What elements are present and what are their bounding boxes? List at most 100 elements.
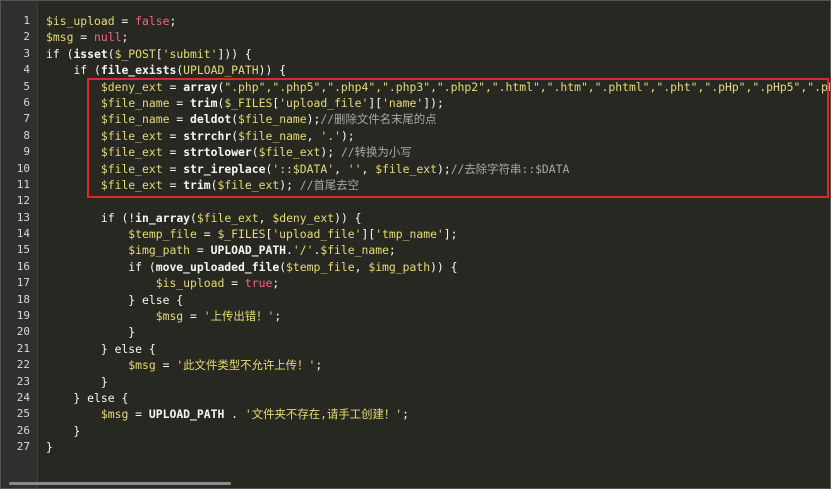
code-line: 23 } [1,374,830,390]
code-token: } [46,325,136,340]
line-number: 6 [23,95,30,109]
code-text: $msg = UPLOAD_PATH . '文件夹不存在,请手工创建！'; [46,406,409,422]
line-number: 26 [16,423,30,437]
code-text: } [46,423,80,439]
code-token: { [169,292,184,307]
line-number: 21 [16,341,30,355]
code-line: 3 if (isset($_POST['submit'])) { [1,46,830,62]
code-token: , [354,259,369,274]
code-token: '此文件类型不允许上传！' [176,358,316,373]
line-number: 11 [16,177,30,191]
line-number: 14 [16,227,30,241]
code-token: ( [59,46,74,61]
line-number: 15 [16,243,30,257]
code-text: } [46,439,53,455]
code-token: if [73,63,88,78]
code-line: 4 if (file_exists(UPLOAD_PATH)) { [1,62,830,78]
code-token: move_uploaded_file [155,259,280,274]
code-token: } [46,423,81,438]
code-line: 13 if (!in_array($file_ext, $deny_ext)) … [1,210,830,226]
code-token: ( [107,46,115,61]
code-line: 25 $msg = UPLOAD_PATH . '文件夹不存在,请手工创建！'; [1,406,830,422]
code-line: 26 } [1,423,830,439]
code-token: $msg [128,358,156,373]
code-token: = [183,309,204,324]
code-line: 19 $msg = '上传出错！'; [1,308,830,324]
line-number: 9 [23,145,30,159]
line-number: 18 [16,292,30,306]
code-text: } else { [46,341,156,357]
code-token: } [46,341,115,356]
line-number: 24 [16,390,30,404]
line-number: 23 [16,374,30,388]
code-token: . [224,407,245,422]
code-text: if (file_exists(UPLOAD_PATH)) { [46,62,286,78]
code-token: else [142,292,170,307]
line-number: 22 [16,358,30,372]
code-token: false [135,14,170,28]
code-token: $msg [100,407,129,422]
code-token: ])) { [217,46,252,61]
code-text: } else { [46,292,183,308]
line-number: 27 [16,440,30,454]
code-token: $file_ext [196,210,259,225]
code-token: if [46,46,60,61]
code-token: $_FILES [217,227,266,242]
code-token: = [155,358,177,373]
code-line: 24 } else { [1,390,830,406]
code-text: } else { [46,390,128,406]
code-token: else [114,341,143,356]
code-token: , [258,210,273,225]
line-number: 7 [23,112,30,126]
code-token: ; [402,407,410,422]
code-token: ; [315,358,323,373]
code-token: ; [272,276,280,291]
line-number: 12 [16,194,30,208]
code-token: in_array [135,210,191,225]
code-token: = [114,14,136,28]
code-token: $msg [155,309,184,324]
code-line: 22 $msg = '此文件类型不允许上传！'; [1,357,830,373]
line-number: 4 [23,63,30,77]
code-token: $_POST [114,46,156,61]
code-text: $msg = '上传出错！'; [46,308,282,324]
line-number: 20 [16,325,30,339]
code-text: $is_upload = false; [46,13,176,29]
horizontal-scrollbar[interactable] [9,482,231,485]
code-token: ( [87,63,101,78]
code-token: ; [274,309,282,324]
line-number: 5 [23,79,30,93]
code-token: [ [155,46,163,61]
code-token: )) { [430,259,458,274]
code-text: $msg = '此文件类型不允许上传！'; [46,357,322,373]
code-token: $file_name [320,243,389,258]
code-token: { [114,390,129,405]
code-token: )) { [258,63,287,78]
code-token: '上传出错！' [203,309,275,324]
code-line: 27} [1,439,830,455]
code-token: true [244,276,273,291]
code-token: = [196,227,218,242]
code-token: isset [73,46,108,61]
line-number: 25 [16,407,30,421]
code-token: } [46,292,143,307]
code-token: ; [388,243,396,258]
code-line: 21 } else { [1,341,830,357]
code-token: )) { [334,210,362,225]
code-line: 2 $msg = null; [1,29,830,45]
code-text: $msg = null; [46,29,128,45]
code-token: '文件夹不存在,请手工创建！' [244,407,403,422]
line-number: 2 [23,30,30,44]
code-editor: 1 $is_upload = false; 2 $msg = null; 3 if (is… [0,0,831,489]
code-token: null [94,30,122,45]
code-token: '/' [292,243,314,258]
code-line: 17 $is_upload = true; [1,275,830,291]
code-token: $is_upload [46,14,115,28]
code-token: UPLOAD_PATH [210,243,287,258]
